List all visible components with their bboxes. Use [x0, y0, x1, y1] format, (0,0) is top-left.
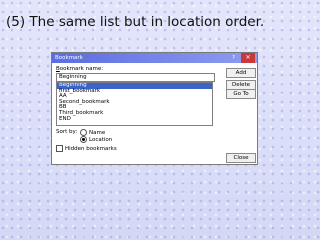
checkbox-icon: [56, 145, 63, 152]
sort-location-label: Location: [89, 137, 113, 143]
hidden-bookmarks-checkbox[interactable]: Hidden bookmarks: [56, 145, 117, 152]
bookmark-name-label: Bookmark name:: [56, 66, 104, 72]
close-button[interactable]: Close: [226, 153, 256, 163]
list-item[interactable]: END: [57, 116, 212, 123]
bookmark-name-input[interactable]: Beginning: [56, 73, 215, 82]
close-icon[interactable]: ✕: [241, 53, 255, 63]
dialog-titlebar[interactable]: Bookmark ? ✕: [52, 53, 257, 63]
help-button[interactable]: ?: [232, 55, 235, 61]
radio-on-icon: [80, 136, 87, 143]
bookmark-list[interactable]: Beginning first_bookmark AA Second_bookm…: [56, 82, 213, 126]
slide-title: (5) The same list but in location order.: [6, 14, 265, 30]
bookmark-dialog: Bookmark ? ✕ Bookmark name: Beginning Be…: [51, 52, 258, 165]
dialog-title: Bookmark: [55, 55, 83, 61]
sort-location-radio[interactable]: Location: [80, 136, 112, 143]
add-button[interactable]: Add: [226, 68, 256, 78]
sort-by-label: Sort by:: [56, 129, 78, 135]
hidden-bookmarks-label: Hidden bookmarks: [65, 146, 117, 152]
radio-off-icon: [80, 129, 87, 136]
goto-button[interactable]: Go To: [226, 89, 256, 99]
sort-name-radio[interactable]: Name: [80, 129, 105, 136]
